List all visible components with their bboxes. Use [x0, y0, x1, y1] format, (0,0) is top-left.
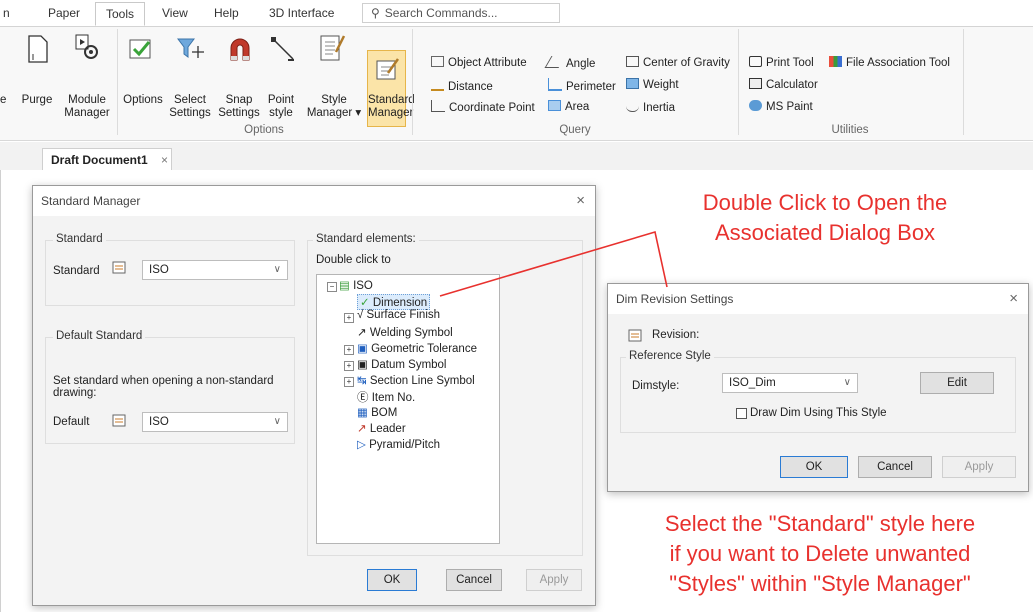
annotation-line: "Styles" within "Style Manager" [669, 571, 971, 596]
annotation-line: if you want to Delete unwanted [669, 541, 971, 566]
annotation-double-click: Double Click to Open the Associated Dialo… [640, 188, 1010, 248]
annotation-select-standard: Select the "Standard" style here if you w… [620, 509, 1020, 599]
annotation-line: Associated Dialog Box [714, 220, 936, 245]
annotation-line: Double Click to Open the [702, 190, 948, 215]
annotation-line: Select the "Standard" style here [664, 511, 976, 536]
